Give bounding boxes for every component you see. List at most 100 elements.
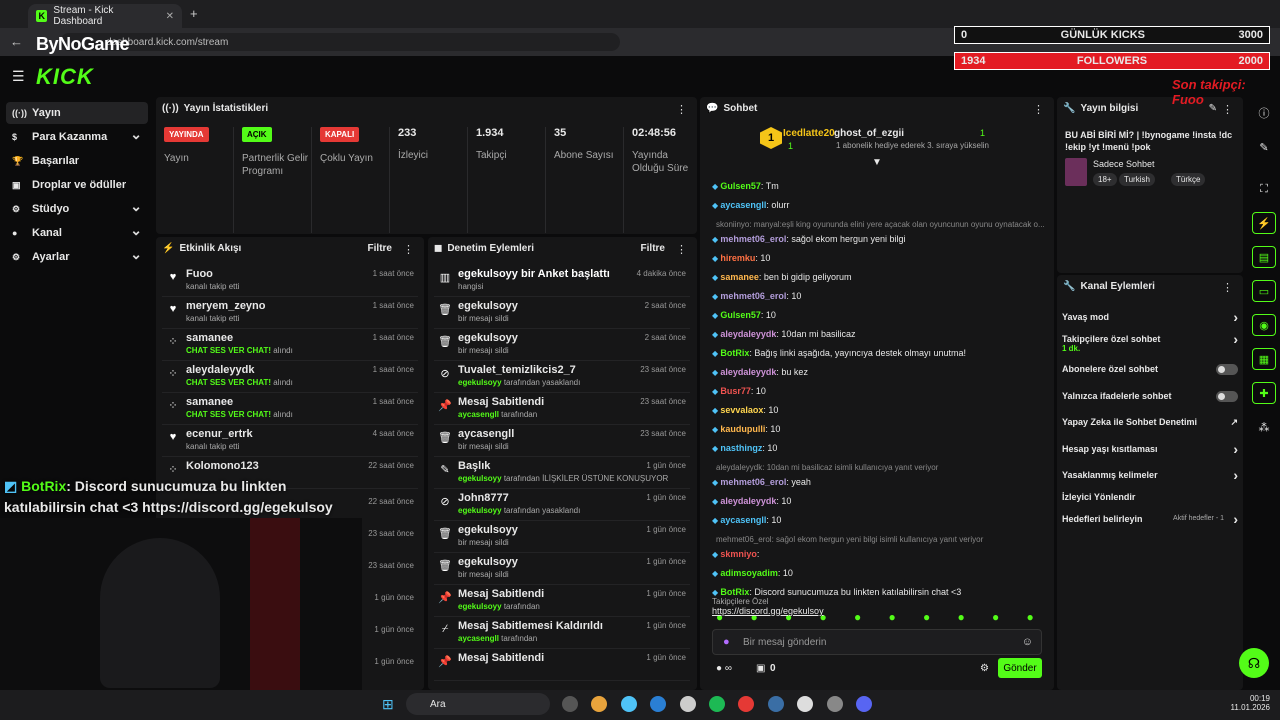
close-tab-icon[interactable]: ✕ bbox=[166, 11, 174, 22]
help-button[interactable]: ☊ bbox=[1239, 648, 1269, 678]
sidebar-item-3[interactable]: ▣ Droplar ve ödüller bbox=[6, 174, 148, 196]
chevron-down-icon[interactable]: ⌄ bbox=[130, 246, 142, 263]
screen-icon[interactable]: ⛶ bbox=[1252, 178, 1276, 200]
chat-input[interactable]: ● Bir mesaj gönderin ☺ bbox=[712, 629, 1042, 655]
emoji-icon[interactable]: ☺ bbox=[1022, 636, 1033, 648]
chat-username[interactable]: sevvalaox bbox=[720, 405, 763, 415]
channel-action-0[interactable]: Yavaş mod › bbox=[1062, 309, 1238, 326]
tag-badge[interactable]: Türkçe bbox=[1171, 173, 1206, 186]
kick-logo[interactable]: KICK bbox=[36, 64, 94, 90]
chat-message[interactable]: ◆ aycasengll: 10 bbox=[712, 515, 1048, 525]
activity-user[interactable]: meryem_zeyno bbox=[186, 300, 266, 312]
moderation-row[interactable]: 📌 Mesaj Sabitlendi egekulsoyy tarafından 1 … bbox=[434, 585, 690, 617]
store-icon[interactable] bbox=[679, 696, 696, 712]
steam-icon[interactable] bbox=[767, 696, 784, 712]
more-icon[interactable]: ⋮ bbox=[1222, 281, 1233, 294]
activity-user[interactable]: samanee bbox=[186, 396, 233, 408]
shop-icon[interactable]: ▣ bbox=[756, 663, 765, 674]
chat-message[interactable]: ◆ BotRix: Discord sunucumuza bu linkten … bbox=[712, 587, 1048, 597]
chat-message[interactable]: ◆ aleydaleyydk: 10 bbox=[712, 496, 1048, 506]
more-icon[interactable]: ⋮ bbox=[1033, 103, 1044, 116]
chat-username[interactable]: Gulsen57 bbox=[720, 310, 761, 320]
spotify-icon[interactable] bbox=[709, 696, 725, 712]
chat-username[interactable]: aleydaleyydk bbox=[720, 367, 776, 377]
moderator-name[interactable]: egekulsoyy bbox=[458, 506, 502, 515]
menu-icon[interactable]: ☰ bbox=[12, 68, 25, 85]
chat-message[interactable]: ◆ BotRix: Bağış linki aşağıda, yayıncıya… bbox=[712, 348, 1048, 358]
send-button[interactable]: Gönder bbox=[998, 658, 1042, 678]
more-icon[interactable]: ⋮ bbox=[403, 243, 414, 256]
moderation-row[interactable]: ⌿ Mesaj Sabitlemesi Kaldırıldı aycasengll … bbox=[434, 617, 690, 649]
activity-row[interactable]: ♥ Fuoo kanalı takip etti 1 saat önce bbox=[162, 265, 418, 297]
chat-message[interactable]: aleydaleyydk: 10dan mi basilicaz isimli … bbox=[712, 462, 1048, 472]
activity-row[interactable]: ♥ meryem_zeyno kanalı takip etti 1 saat önc… bbox=[162, 297, 418, 329]
toggle-switch[interactable] bbox=[1216, 364, 1238, 375]
activity-filter-button[interactable]: Filtre bbox=[368, 243, 392, 254]
moderation-row[interactable]: 🗑 aycasengll bir mesajı sildi 23 saat önce bbox=[434, 425, 690, 457]
toggle-switch[interactable] bbox=[1216, 391, 1238, 402]
chat-message[interactable]: ◆ skmniyo: bbox=[712, 549, 1048, 559]
browser-tab[interactable]: K Stream - Kick Dashboard ✕ bbox=[28, 4, 182, 28]
stream-icon[interactable]: ◉ bbox=[1252, 314, 1276, 336]
moderation-row[interactable]: ⊘ Tuvalet_temizlikcis2_7 egekulsoyy tarafı… bbox=[434, 361, 690, 393]
url-field[interactable]: dashboard.kick.com/stream bbox=[60, 33, 620, 51]
sidebar-item-6[interactable]: ⚙ Ayarlar ⌄ bbox=[6, 246, 148, 268]
category-name[interactable]: Sadece Sohbet bbox=[1093, 159, 1155, 169]
taskbar-search[interactable]: Ara bbox=[406, 693, 550, 715]
back-icon[interactable]: ← bbox=[10, 34, 23, 49]
chat-username[interactable]: Gulsen57 bbox=[720, 181, 761, 191]
chat-message[interactable]: ◆ aleydaleyydk: bu kez bbox=[712, 367, 1048, 377]
chat-message[interactable]: ◆ Gulsen57: 10 bbox=[712, 310, 1048, 320]
activity-user[interactable]: Fuoo bbox=[186, 268, 213, 280]
activity-user[interactable]: samanee bbox=[186, 332, 233, 344]
tag-badge[interactable]: Turkish bbox=[1119, 173, 1155, 186]
chat-message[interactable]: ◆ nasthingz: 10 bbox=[712, 443, 1048, 453]
moderation-row[interactable]: 🗑 egekulsoyy bir mesajı sildi 2 saat önce bbox=[434, 297, 690, 329]
activity-user[interactable]: aleydaleyydk bbox=[186, 364, 255, 376]
channel-action-7[interactable]: İzleyici Yönlendir bbox=[1062, 492, 1238, 506]
activity-row[interactable]: ⁘ aleydaleyydk CHAT SES VER CHAT! alındı 1 … bbox=[162, 361, 418, 393]
edit-icon[interactable]: ✎ bbox=[1252, 136, 1276, 158]
moderator-name[interactable]: aycasengll bbox=[458, 634, 499, 643]
sidebar-item-2[interactable]: 🏆 Başarılar bbox=[6, 150, 148, 172]
activity-row[interactable]: ⁘ samanee CHAT SES VER CHAT! alındı 1 saat … bbox=[162, 393, 418, 425]
chat-message[interactable]: ◆ mehmet06_erol: yeah bbox=[712, 477, 1048, 487]
chat-username[interactable]: aleydaleyydk bbox=[720, 496, 776, 506]
channel-action-8[interactable]: Hedefleri belirleyin Aktif hedefler - 1 › bbox=[1062, 511, 1238, 528]
chat-message[interactable]: ◆ sevvalaox: 10 bbox=[712, 405, 1048, 415]
chevron-down-icon[interactable]: ⌄ bbox=[130, 198, 142, 215]
chat-username[interactable]: adimsoyadim bbox=[720, 568, 778, 578]
chat-message[interactable]: mehmet06_erol: sağol ekom hergun yeni bi… bbox=[712, 534, 1048, 544]
wrench-icon[interactable]: ✚ bbox=[1252, 382, 1276, 404]
chat-message[interactable]: ◆ aleydaleyydk: 10dan mi basilicaz bbox=[712, 329, 1048, 339]
apps-icon[interactable]: ⁂ bbox=[1252, 416, 1276, 438]
chat-username[interactable]: samanee bbox=[720, 272, 759, 282]
pin-collapse-icon[interactable]: ▼ bbox=[872, 157, 882, 168]
moderator-name[interactable]: egekulsoyy bbox=[458, 378, 502, 387]
moderation-row[interactable]: ▥ egekulsoyy bir Anket başlattı hangisi 4 d… bbox=[434, 265, 690, 297]
sidebar-item-1[interactable]: $ Para Kazanma ⌄ bbox=[6, 126, 148, 148]
chat-message[interactable]: https://discord.gg/egekulsoy bbox=[712, 606, 1048, 616]
file-explorer-icon[interactable] bbox=[562, 696, 578, 712]
moderation-row[interactable]: 📌 Mesaj Sabitlendi aycasengll tarafından 23… bbox=[434, 393, 690, 425]
chat-username[interactable]: Busr77 bbox=[720, 386, 751, 396]
channel-action-5[interactable]: Hesap yaşı kısıtlaması › bbox=[1062, 441, 1238, 458]
network-icon[interactable] bbox=[826, 696, 843, 712]
chat-username[interactable]: aleydaleyydk bbox=[720, 329, 776, 339]
tag-badge[interactable]: 18+ bbox=[1093, 173, 1117, 186]
channel-action-6[interactable]: Yasaklanmış kelimeler › bbox=[1062, 467, 1238, 484]
chat-username[interactable]: hiremku bbox=[720, 253, 755, 263]
channel-action-2[interactable]: Abonelere özel sohbet bbox=[1062, 364, 1238, 378]
new-tab-icon[interactable]: + bbox=[190, 6, 198, 21]
bolt-icon[interactable]: ⚡ bbox=[1252, 212, 1276, 234]
edge-icon[interactable] bbox=[620, 696, 637, 712]
chat-username[interactable]: nasthingz bbox=[720, 443, 762, 453]
moderation-row[interactable]: 📌 Mesaj Sabitlendi 1 gün önce bbox=[434, 649, 690, 681]
sidebar-item-4[interactable]: ⚙ Stüdyo ⌄ bbox=[6, 198, 148, 220]
more-icon[interactable]: ⋮ bbox=[676, 243, 687, 256]
moderation-row[interactable]: 🗑 egekulsoyy bir mesajı sildi 2 saat önce bbox=[434, 329, 690, 361]
chat-message[interactable]: ◆ Busr77: 10 bbox=[712, 386, 1048, 396]
chat-message[interactable]: ◆ kaudupulli: 10 bbox=[712, 424, 1048, 434]
chat-username[interactable]: kaudupulli bbox=[720, 424, 765, 434]
moderator-name[interactable]: egekulsoyy bbox=[458, 474, 502, 483]
